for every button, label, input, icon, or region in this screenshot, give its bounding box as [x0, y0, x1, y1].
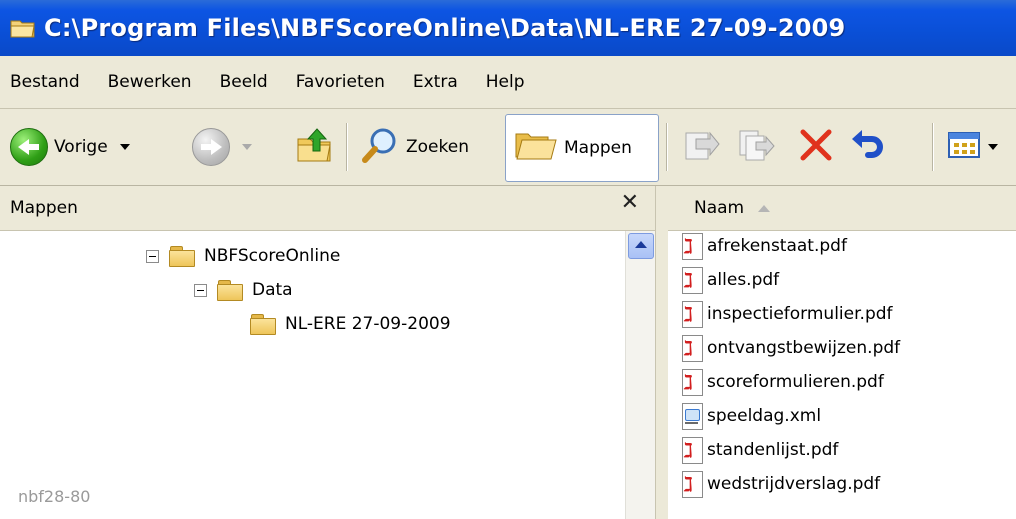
folder-pane-title: Mappen — [10, 198, 78, 218]
copy-to-icon — [736, 125, 776, 170]
delete-button[interactable] — [796, 109, 836, 185]
file-item[interactable]: ℷ ontvangstbewijzen.pdf — [680, 333, 900, 363]
tree-node-label: NL-ERE 27-09-2009 — [285, 314, 451, 334]
tree-node-nbfscoreonline[interactable]: NBFScoreOnline — [146, 242, 340, 270]
pdf-icon: ℷ — [680, 232, 704, 260]
views-dropdown-icon[interactable] — [988, 144, 998, 150]
file-item[interactable]: ℷ inspectieformulier.pdf — [680, 299, 893, 329]
forward-arrow-icon — [192, 128, 230, 166]
column-header-label: Naam — [694, 198, 745, 218]
up-folder-icon — [295, 125, 335, 170]
menu-bestand[interactable]: Bestand — [0, 72, 94, 92]
menu-extra[interactable]: Extra — [399, 72, 472, 92]
move-to-button[interactable] — [680, 109, 720, 185]
watermark: nbf28-80 — [18, 487, 91, 506]
forward-button[interactable] — [192, 109, 252, 185]
menu-bar: Bestand Bewerken Beeld Favorieten Extra … — [0, 56, 1016, 109]
folders-label: Mappen — [564, 138, 632, 158]
file-name: wedstrijdverslag.pdf — [707, 474, 881, 494]
copy-to-button[interactable] — [736, 109, 776, 185]
file-name: afrekenstaat.pdf — [707, 236, 847, 256]
search-icon — [360, 125, 400, 170]
toolbar: Vorige Zoeken Mappen — [0, 109, 1016, 186]
column-header-name[interactable]: Naam — [668, 186, 1016, 231]
scroll-up-icon[interactable] — [628, 233, 654, 259]
menu-help[interactable]: Help — [472, 72, 539, 92]
file-item[interactable]: ℷ wedstrijdverslag.pdf — [680, 469, 880, 499]
menu-bewerken[interactable]: Bewerken — [94, 72, 206, 92]
window-title: C:\Program Files\NBFScoreOnline\Data\NL-… — [44, 14, 846, 42]
back-arrow-icon — [10, 128, 48, 166]
pdf-icon: ℷ — [680, 368, 704, 396]
file-name: scoreformulieren.pdf — [707, 372, 884, 392]
views-icon — [946, 128, 986, 167]
title-bar[interactable]: C:\Program Files\NBFScoreOnline\Data\NL-… — [0, 0, 1016, 56]
tree-node-data[interactable]: Data — [194, 276, 293, 304]
folder-icon — [217, 280, 243, 301]
undo-icon — [848, 125, 888, 170]
toolbar-separator — [932, 123, 934, 171]
toolbar-separator — [346, 123, 348, 171]
menu-beeld[interactable]: Beeld — [206, 72, 282, 92]
folder-tree-scrollbar[interactable] — [625, 231, 656, 519]
back-dropdown-icon[interactable] — [119, 144, 130, 150]
file-name: inspectieformulier.pdf — [707, 304, 893, 324]
pdf-icon: ℷ — [680, 266, 704, 294]
tree-node-label: Data — [252, 280, 293, 300]
file-item[interactable]: ℷ alles.pdf — [680, 265, 779, 295]
pane-splitter[interactable] — [655, 186, 669, 519]
back-button[interactable]: Vorige — [10, 109, 130, 185]
file-name: ontvangstbewijzen.pdf — [707, 338, 901, 358]
file-list: ℷ afrekenstaat.pdf ℷ alles.pdf ℷ inspect… — [668, 231, 1016, 519]
folders-button[interactable]: Mappen — [505, 114, 659, 182]
sort-ascending-icon — [758, 204, 771, 212]
collapse-toggle-icon[interactable] — [194, 283, 207, 297]
file-name: alles.pdf — [707, 270, 780, 290]
search-button[interactable]: Zoeken — [360, 109, 469, 185]
pdf-icon: ℷ — [680, 436, 704, 464]
menu-favorieten[interactable]: Favorieten — [282, 72, 399, 92]
pdf-icon: ℷ — [680, 470, 704, 498]
collapse-toggle-icon[interactable] — [146, 249, 159, 263]
undo-button[interactable] — [848, 109, 888, 185]
folder-icon — [250, 314, 276, 335]
forward-dropdown-icon[interactable] — [242, 144, 252, 150]
tree-node-nl-ere[interactable]: NL-ERE 27-09-2009 — [250, 310, 451, 338]
toolbar-separator — [666, 123, 668, 171]
file-item[interactable]: ℷ afrekenstaat.pdf — [680, 231, 847, 261]
file-item[interactable]: speeldag.xml — [680, 401, 821, 431]
up-folder-button[interactable] — [295, 109, 335, 185]
delete-icon — [796, 125, 836, 170]
folder-icon — [169, 246, 195, 267]
pdf-icon: ℷ — [680, 334, 704, 362]
pdf-icon: ℷ — [680, 300, 704, 328]
search-label: Zoeken — [406, 137, 469, 157]
views-button[interactable] — [946, 109, 998, 185]
xml-icon — [680, 402, 704, 430]
tree-node-label: NBFScoreOnline — [204, 246, 341, 266]
file-item[interactable]: ℷ standenlijst.pdf — [680, 435, 838, 465]
file-name: standenlijst.pdf — [707, 440, 839, 460]
folder-pane-header: Mappen ✕ — [0, 186, 655, 231]
close-pane-icon[interactable]: ✕ — [621, 190, 639, 215]
folder-tree: NBFScoreOnline Data NL-ERE 27-09-2009 — [0, 231, 625, 519]
file-item[interactable]: ℷ scoreformulieren.pdf — [680, 367, 884, 397]
folders-icon — [514, 128, 558, 169]
back-label: Vorige — [54, 137, 108, 157]
file-name: speeldag.xml — [707, 406, 822, 426]
folder-window-icon — [10, 17, 36, 39]
move-to-icon — [680, 125, 720, 170]
